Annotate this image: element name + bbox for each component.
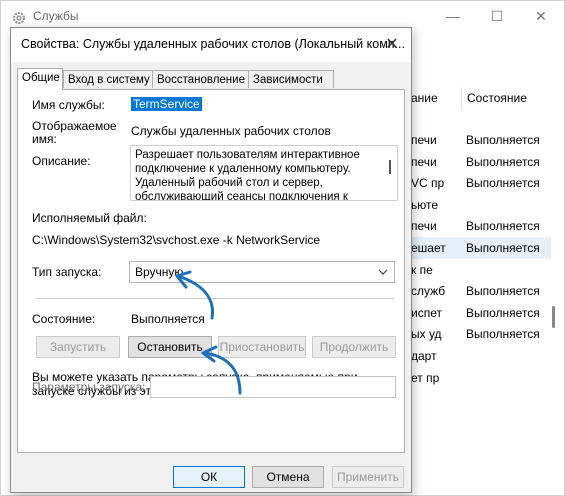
list-item-description: ешает [411, 241, 446, 255]
list-item[interactable]: испет Выполняется [401, 302, 551, 324]
startup-type-label: Тип запуска: [32, 265, 102, 279]
tab-dependencies[interactable]: Зависимости [248, 70, 334, 88]
display-name-label-2: имя: [32, 132, 57, 146]
apply-button[interactable]: Применить [332, 466, 404, 488]
list-item[interactable]: к пе [401, 259, 551, 281]
dialog-titlebar: Свойства: Службы удаленных рабочих столо… [11, 28, 411, 62]
list-item-status: Выполняется [466, 133, 540, 147]
properties-dialog: Свойства: Службы удаленных рабочих столо… [10, 27, 412, 493]
column-divider [461, 87, 462, 109]
list-item-description: печи [411, 133, 437, 147]
list-item[interactable]: ых уд Выполняется [401, 323, 551, 345]
resume-button[interactable]: Продолжить [312, 336, 396, 358]
list-item-description: печи [411, 154, 437, 169]
cancel-button[interactable]: Отмена [252, 466, 324, 488]
description-text: Разрешает пользователям интерактивное по… [135, 149, 360, 201]
column-header-description[interactable]: ание [411, 87, 438, 109]
list-item-description: ет пр [411, 370, 440, 385]
list-item-status: Выполняется [466, 176, 540, 191]
tab-recovery[interactable]: Восстановление [152, 70, 249, 88]
close-icon[interactable]: ✕ [381, 34, 403, 56]
general-panel: Имя службы: TermService Отображаемое имя… [17, 89, 405, 453]
list-item-description: служб [411, 284, 446, 299]
list-item-description: испет [411, 305, 442, 320]
stop-button[interactable]: Остановить [128, 336, 212, 358]
list-item[interactable]: служб Выполняется [401, 280, 551, 302]
executable-label: Исполняемый файл: [32, 211, 147, 225]
list-item-status: Выполняется [466, 154, 540, 169]
list-item-description: печи [411, 219, 437, 234]
service-name-label: Имя службы: [32, 98, 105, 112]
column-header-status[interactable]: Состояние [467, 87, 527, 109]
description-label: Описание: [32, 154, 91, 168]
status-label: Состояние: [32, 312, 96, 326]
list-item-status: Выполняется [466, 305, 540, 320]
list-item[interactable]: VC пр Выполняется [401, 172, 551, 194]
services-list: ание Состояние печи Выполняется печи Выполн… [401, 87, 564, 385]
list-item[interactable]: печи Выполняется [401, 151, 551, 173]
maximize-icon[interactable]: ☐ [486, 7, 508, 25]
status-value: Выполняется [131, 312, 205, 326]
description-scrollbar-thumb[interactable] [389, 160, 391, 174]
list-item[interactable]: дарт [401, 345, 551, 367]
list-item-status: Выполняется [466, 219, 540, 234]
scrollbar-thumb[interactable] [552, 306, 555, 328]
list-item[interactable]: ет пр [401, 367, 551, 389]
pause-button[interactable]: Приостановить [218, 336, 306, 358]
list-item-status: Выполняется [466, 327, 540, 342]
start-button[interactable]: Запустить [36, 336, 120, 358]
list-item-description: VC пр [411, 176, 445, 191]
gear-icon [13, 12, 25, 24]
list-item-description: дарт [411, 349, 437, 363]
params-label: Параметры запуска: [32, 380, 146, 394]
list-item[interactable]: ешает Выполняется [401, 237, 551, 259]
services-title: Службы [33, 9, 79, 23]
description-box[interactable]: Разрешает пользователям интерактивное по… [130, 145, 398, 201]
tab-general[interactable]: Общие [17, 68, 63, 90]
list-item-status: Выполняется [466, 241, 540, 255]
list-item-description: ьюте [411, 197, 439, 212]
minimize-icon[interactable]: — [442, 7, 464, 25]
display-name-label-1: Отображаемое [32, 119, 117, 133]
list-item[interactable]: печи Выполняется [401, 215, 551, 237]
dialog-title: Свойства: Службы удаленных рабочих столо… [21, 37, 405, 51]
ok-button[interactable]: ОК [173, 466, 245, 488]
list-item[interactable]: печи Выполняется [401, 129, 551, 151]
list-item-description: к пе [411, 262, 433, 277]
list-item[interactable]: ьюте [401, 194, 551, 216]
display-name-value[interactable]: Службы удаленных рабочих столов [131, 124, 331, 138]
executable-value[interactable]: C:\Windows\System32\svchost.exe -k Netwo… [32, 233, 320, 247]
tab-logon[interactable]: Вход в систему [63, 70, 153, 88]
params-input[interactable] [150, 376, 396, 398]
separator [36, 298, 394, 299]
startup-type-value: Вручную [135, 265, 184, 279]
startup-type-select[interactable]: Вручную [129, 261, 395, 283]
list-item-description: ых уд [411, 327, 442, 342]
service-name-value[interactable]: TermService [131, 97, 202, 111]
list-item-status: Выполняется [466, 284, 540, 299]
close-icon[interactable]: ✕ [530, 7, 552, 25]
chevron-down-icon [378, 269, 388, 275]
